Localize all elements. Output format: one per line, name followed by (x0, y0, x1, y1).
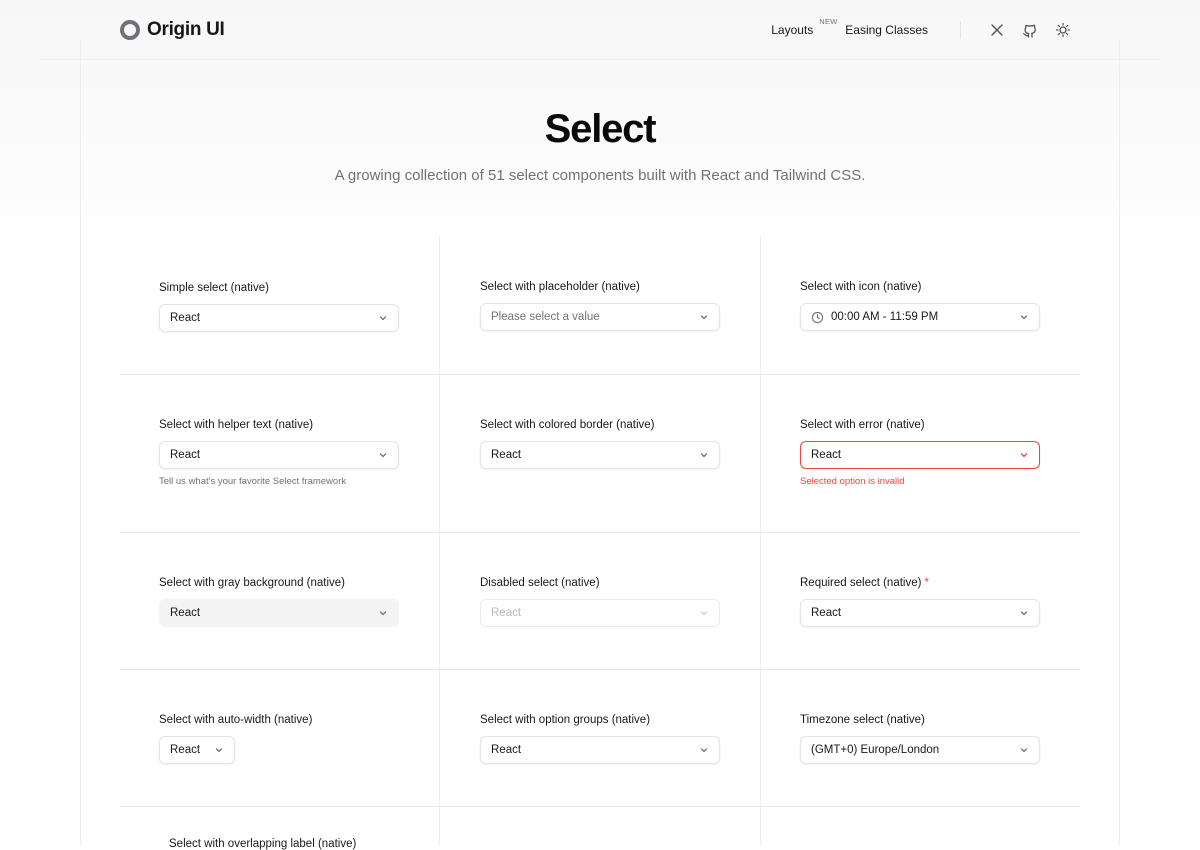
simple-select[interactable]: React (159, 304, 399, 332)
new-badge: NEW (819, 17, 838, 26)
placeholder-select[interactable]: Please select a value (480, 303, 720, 331)
chevron-down-icon (1020, 611, 1028, 616)
top-nav: Layouts NEW Easing Classes (771, 17, 1074, 41)
demo-disabled-select: Disabled select (native) React (480, 576, 720, 627)
demo-icon-select: Select with icon (native) 00:00 AM - 11:… (800, 280, 1040, 331)
chevron-down-icon (1020, 748, 1028, 753)
select-value: React (811, 449, 842, 461)
demo-auto-width-select: Select with auto-width (native) React (159, 713, 399, 764)
field-label: Disabled select (native) (480, 577, 600, 589)
option-groups-select[interactable]: React (480, 736, 720, 764)
field-label: Select with placeholder (native) (480, 281, 640, 293)
select-value: React (811, 607, 842, 619)
logo-icon (120, 20, 140, 40)
colored-border-select[interactable]: React (480, 441, 720, 469)
select-value: React (491, 607, 522, 619)
timezone-select[interactable]: (GMT+0) Europe/London (800, 736, 1040, 764)
grid-divider-h1 (120, 374, 1080, 375)
demo-option-groups-select: Select with option groups (native) React (480, 713, 720, 764)
select-value: (GMT+0) Europe/London (811, 744, 940, 756)
required-select[interactable]: React (800, 599, 1040, 627)
clock-icon (811, 311, 824, 323)
grid-divider-v1 (439, 236, 440, 845)
demo-simple-select: Simple select (native) React (159, 281, 399, 332)
demo-helper-select: Select with helper text (native) React T… (159, 418, 399, 487)
page-subtitle: A growing collection of 51 select compon… (334, 167, 866, 184)
chevron-down-icon (379, 611, 387, 616)
hero: Select A growing collection of 51 select… (0, 104, 1200, 185)
github-icon[interactable] (1019, 19, 1041, 41)
demo-required-select: Required select (native) * React (800, 576, 1040, 627)
helper-text-select[interactable]: React (159, 441, 399, 469)
field-label: Select with error (native) (800, 419, 925, 431)
logo-link[interactable]: Origin UI (120, 19, 225, 41)
logo-text: Origin UI (147, 19, 225, 40)
icon-select[interactable]: 00:00 AM - 11:59 PM (800, 303, 1040, 331)
error-select[interactable]: React (800, 441, 1040, 469)
nav-layouts-label: Layouts (771, 23, 814, 37)
demo-timezone-select: Timezone select (native) (GMT+0) Europe/… (800, 713, 1040, 764)
sun-icon[interactable] (1052, 19, 1074, 41)
select-value: React (170, 449, 201, 461)
auto-width-select[interactable]: React (159, 736, 235, 764)
chevron-down-icon (1020, 315, 1028, 320)
field-label: Select with auto-width (native) (159, 714, 313, 726)
grid-divider-v2 (760, 236, 761, 845)
chevron-down-icon (700, 315, 708, 320)
nav-easing-classes-link[interactable]: Easing Classes (845, 23, 928, 37)
field-label: Select with helper text (native) (159, 419, 314, 431)
error-message: Selected option is invalid (800, 476, 905, 487)
demo-error-select: Select with error (native) React Selecte… (800, 418, 1040, 487)
select-value: 00:00 AM - 11:59 PM (831, 311, 939, 323)
field-label-text: Required select (native) (800, 577, 922, 589)
field-label: Select with colored border (native) (480, 419, 655, 431)
field-label: Timezone select (native) (800, 714, 925, 726)
demo-colored-border-select: Select with colored border (native) Reac… (480, 418, 720, 469)
select-value: React (170, 607, 201, 619)
grid-divider-h2 (120, 532, 1080, 533)
select-value: React (491, 449, 522, 461)
x-twitter-icon[interactable] (986, 19, 1008, 41)
chevron-down-icon (1020, 453, 1028, 458)
demo-gray-select: Select with gray background (native) Rea… (159, 576, 399, 627)
field-label: Select with gray background (native) (159, 577, 346, 589)
demo-placeholder-select: Select with placeholder (native) Please … (480, 280, 720, 331)
field-label: Required select (native) * (800, 576, 1040, 590)
field-label: Select with option groups (native) (480, 714, 651, 726)
select-placeholder: Please select a value (491, 311, 600, 323)
chevron-down-icon (700, 748, 708, 753)
select-value: React (491, 744, 522, 756)
page-title: Select (544, 107, 657, 151)
field-label: Simple select (native) (159, 282, 269, 294)
chevron-down-icon (700, 611, 708, 616)
chevron-down-icon (379, 453, 387, 458)
disabled-select: React (480, 599, 720, 627)
chevron-down-icon (700, 453, 708, 458)
grid-divider-h4 (120, 806, 1080, 807)
nav-layouts-link[interactable]: Layouts NEW (771, 17, 837, 37)
required-asterisk: * (924, 577, 929, 589)
grid-divider-h3 (120, 669, 1080, 670)
nav-separator (960, 21, 961, 39)
helper-text: Tell us what's your favorite Select fram… (159, 476, 347, 487)
site-header: Origin UI Layouts NEW Easing Classes (0, 0, 1200, 60)
field-label: Select with icon (native) (800, 281, 922, 293)
chevron-down-icon (215, 748, 223, 753)
chevron-down-icon (379, 316, 387, 321)
next-demo-label: Select with overlapping label (native) (169, 838, 357, 850)
gray-background-select[interactable]: React (159, 599, 399, 627)
select-value: React (170, 744, 201, 756)
select-value: React (170, 312, 201, 324)
